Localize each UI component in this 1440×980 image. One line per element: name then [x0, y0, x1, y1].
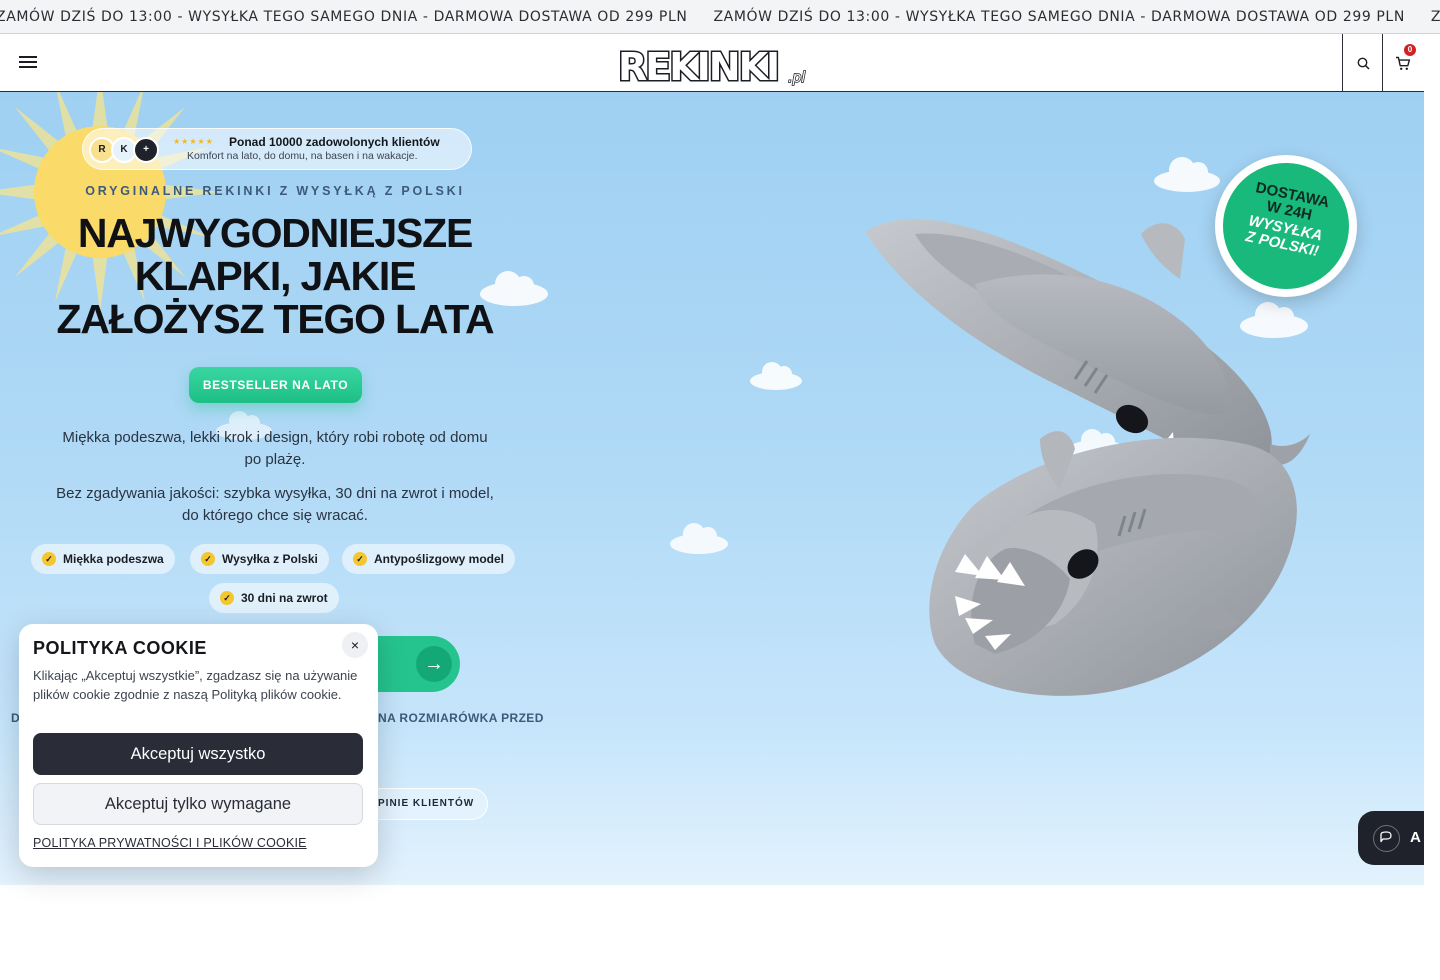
accept-required-button[interactable]: Akceptuj tylko wymagane — [33, 783, 363, 825]
close-icon[interactable]: × — [342, 632, 368, 658]
arrow-right-icon: → — [416, 646, 452, 682]
chat-bubble-icon — [1373, 825, 1400, 852]
svg-text:REKINKI: REKINKI — [618, 45, 778, 88]
feature-chip-label: 30 dni na zwrot — [241, 591, 328, 605]
announcement-text: ZAMÓW DZIŚ DO 13:00 - WYSYŁKA TEGO SAMEG… — [0, 9, 688, 25]
announcement-ticker: ZAMÓW DZIŚ DO 13:00 - WYSYŁKA TEGO SAMEG… — [0, 9, 1440, 25]
bestseller-badge: BESTSELLER NA LATO — [189, 367, 362, 403]
feature-chip: ✓ 30 dni na zwrot — [209, 583, 339, 613]
cart-button[interactable]: 0 — [1382, 34, 1423, 92]
feature-chip-label: Wysyłka z Polski — [222, 552, 318, 566]
cart-count-badge: 0 — [1404, 44, 1416, 56]
page-title-line: KLAPKI, JAKIE — [134, 253, 417, 299]
privacy-policy-link[interactable]: POLITYKA PRYWATNOŚCI I PLIKÓW COOKIE — [33, 836, 307, 850]
hero-description-secondary: Bez zgadywania jakości: szybka wysyłka, … — [56, 485, 494, 524]
cart-icon — [1396, 56, 1411, 70]
delivery-24h-seal: DOSTAWA W 24H WYSYŁKA Z POLSKI! — [1211, 151, 1361, 301]
feature-chip: ✓ Wysyłka z Polski — [190, 544, 329, 574]
check-icon: ✓ — [42, 552, 56, 566]
search-button[interactable] — [1342, 34, 1383, 92]
site-header: REKINKI .pl 0 — [0, 34, 1424, 92]
announcement-bar: ZAMÓW DZIŚ DO 13:00 - WYSYŁKA TEGO SAMEG… — [0, 0, 1440, 34]
announcement-text: ZAMÓW DZIŚ DO 13:00 - WYSYŁKA TEGO SAMEG… — [1431, 9, 1440, 25]
menu-icon[interactable] — [19, 56, 37, 68]
hero-description: Miękka podeszwa, lekki krok i design, kt… — [62, 429, 488, 468]
feature-chip-label: Miękka podeszwa — [63, 552, 164, 566]
check-icon: ✓ — [201, 552, 215, 566]
rating-stars-icon: ★★★★★ — [173, 137, 214, 146]
cloud-decoration — [750, 362, 802, 390]
accept-all-button[interactable]: Akceptuj wszystko — [33, 733, 363, 775]
chat-widget-button[interactable]: A — [1358, 811, 1424, 865]
size-chart-note[interactable]: NA ROZMIARÓWKA PRZED — [378, 711, 544, 725]
feature-chip-label: Antypoślizgowy model — [374, 552, 505, 566]
social-proof-pill: R K + ★★★★★ Ponad 10000 zadowolonych kli… — [82, 128, 472, 170]
social-proof-title: Ponad 10000 zadowolonych klientów — [229, 135, 440, 149]
cloud-decoration — [670, 523, 728, 554]
site-logo[interactable]: REKINKI .pl — [616, 42, 812, 89]
avatar: + — [133, 137, 159, 163]
page-title-line: NAJWYGODNIEJSZE — [77, 210, 474, 256]
cookie-title: POLITYKA COOKIE — [33, 638, 207, 658]
announcement-text: ZAMÓW DZIŚ DO 13:00 - WYSYŁKA TEGO SAMEG… — [713, 9, 1405, 25]
chat-label: A — [1410, 829, 1421, 846]
cookie-banner: POLITYKA COOKIE × Klikając „Akceptuj wsz… — [19, 624, 378, 867]
check-icon: ✓ — [220, 591, 234, 605]
cookie-text: Klikając „Akceptuj wszystkie”, zgadzasz … — [33, 668, 358, 702]
svg-text:.pl: .pl — [788, 70, 805, 86]
page-title-line: ZAŁOŻYSZ TEGO LATA — [56, 296, 495, 342]
page-title: NAJWYGODNIEJSZE KLAPKI, JAKIE ZAŁOŻYSZ T… — [0, 212, 550, 341]
social-proof-subtitle: Komfort na lato, do domu, na basen i na … — [187, 150, 418, 162]
cloud-decoration — [1154, 157, 1220, 192]
hero-eyebrow: ORYGINALNE REKINKI Z WYSYŁKĄ Z POLSKI — [85, 184, 465, 198]
feature-chip: ✓ Miękka podeszwa — [31, 544, 175, 574]
check-icon: ✓ — [353, 552, 367, 566]
feature-chip: ✓ Antypoślizgowy model — [342, 544, 516, 574]
search-icon — [1357, 57, 1370, 70]
